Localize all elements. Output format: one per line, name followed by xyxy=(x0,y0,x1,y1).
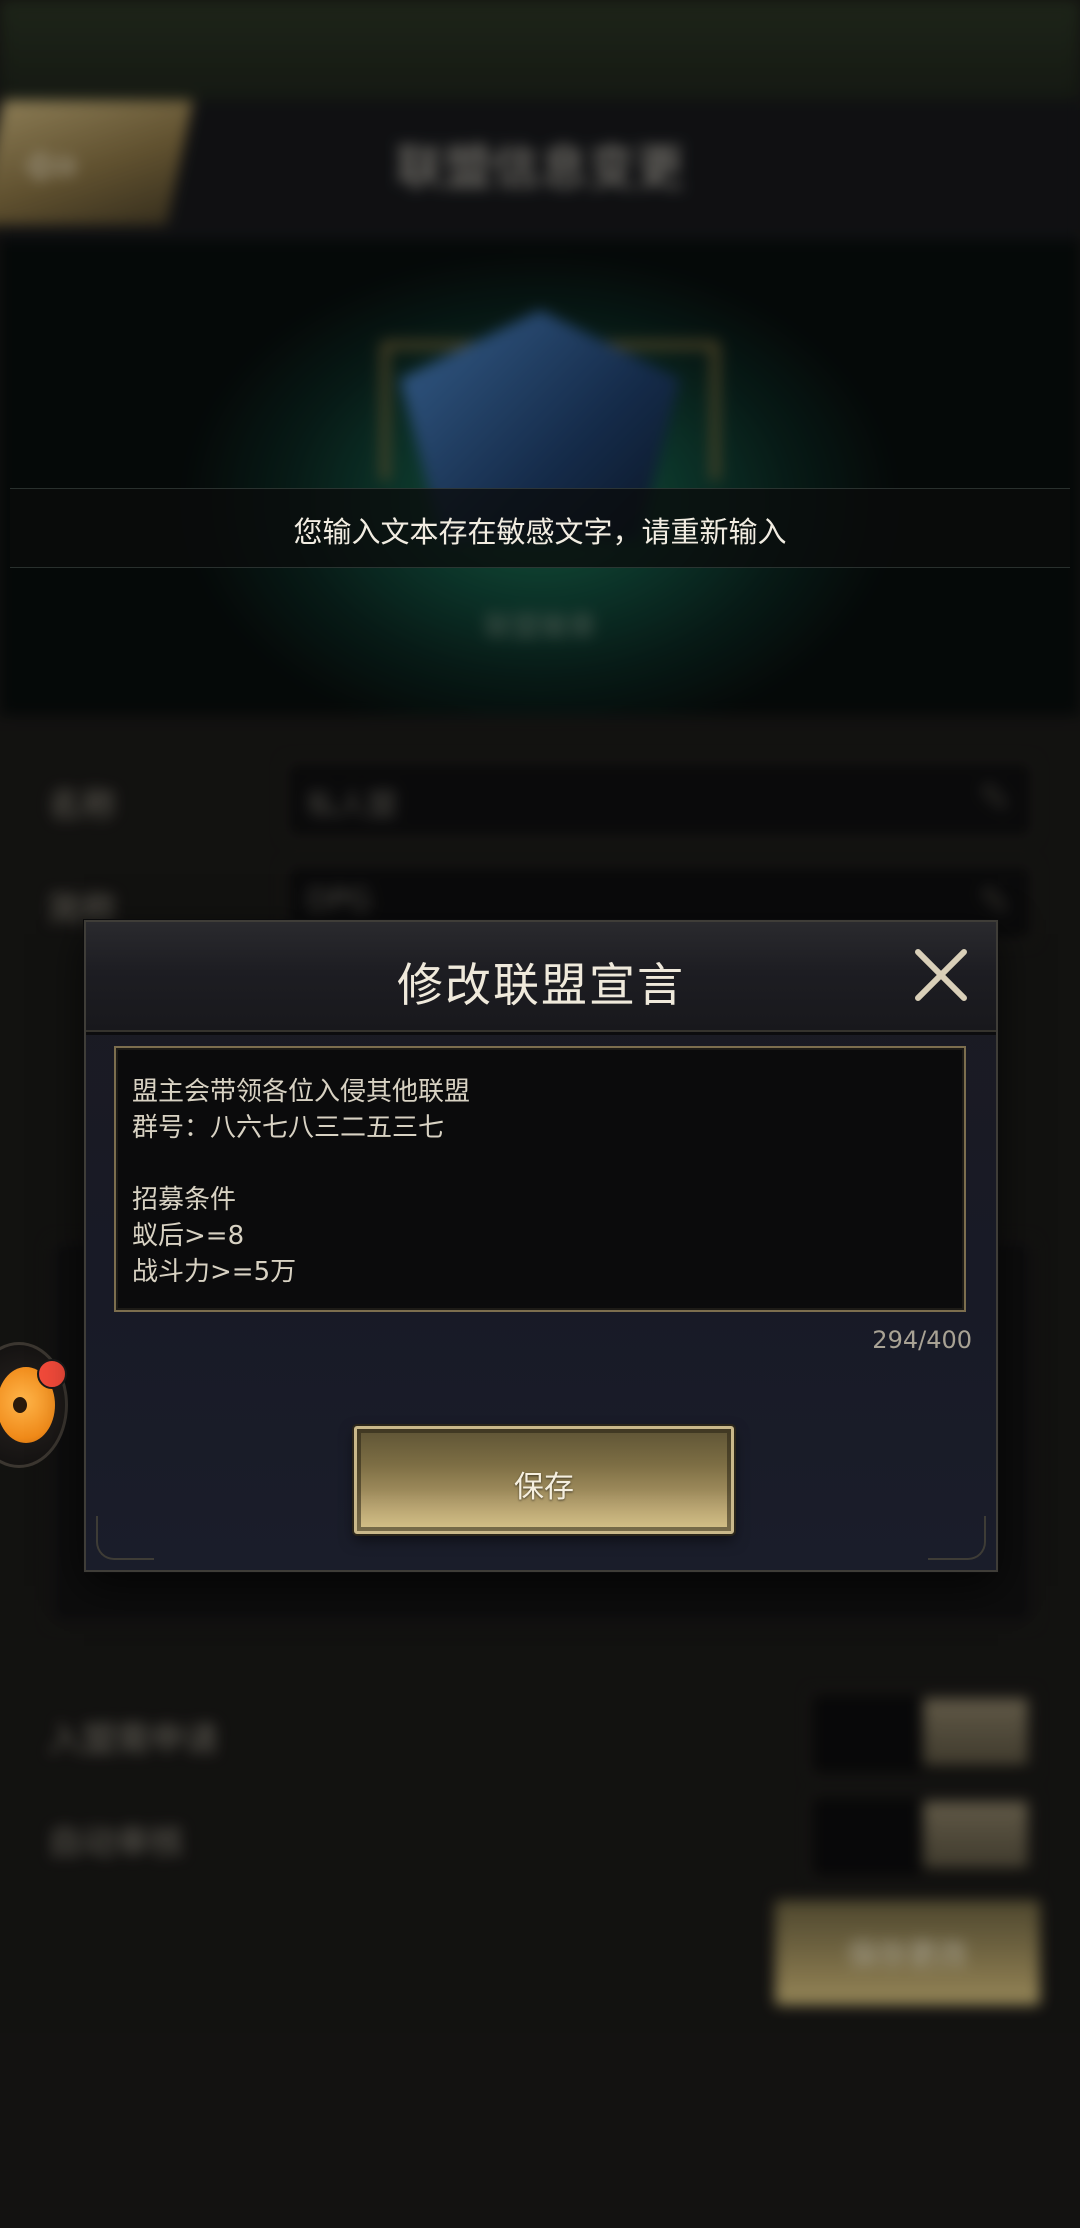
corner-ornament-right xyxy=(928,1516,986,1560)
toast-message: 您输入文本存在敏感文字，请重新输入 xyxy=(293,515,787,549)
mascot-eye xyxy=(13,1397,27,1413)
close-icon xyxy=(915,949,967,1001)
declaration-line: 群号：八六七八三二五三七 xyxy=(132,1113,445,1143)
declaration-line xyxy=(132,1146,948,1182)
save-button[interactable]: 保存 xyxy=(354,1426,734,1534)
declaration-line: 盟主会带领各位入侵其他联盟 xyxy=(132,1077,471,1107)
edit-declaration-dialog: 修改联盟宣言 盟主会带领各位入侵其他联盟 群号：八六七八三二五三七 招募条件 蚁… xyxy=(84,920,998,1572)
declaration-line: 招募条件 xyxy=(132,1185,237,1215)
declaration-textarea[interactable]: 盟主会带领各位入侵其他联盟 群号：八六七八三二五三七 招募条件 蚁后>=8 战斗… xyxy=(114,1046,966,1312)
corner-ornament-left xyxy=(96,1516,154,1560)
close-button[interactable] xyxy=(912,946,970,1004)
dialog-header: 修改联盟宣言 xyxy=(86,922,996,1035)
character-counter: 294/400 xyxy=(872,1326,972,1354)
toast-notification: 您输入文本存在敏感文字，请重新输入 xyxy=(10,488,1070,568)
dialog-title: 修改联盟宣言 xyxy=(397,958,685,1012)
declaration-line: 蚁后>=8 xyxy=(132,1221,245,1251)
save-button-label: 保存 xyxy=(514,1470,574,1505)
declaration-line: 战斗力>=5万 xyxy=(132,1257,297,1287)
notification-dot xyxy=(37,1359,67,1389)
